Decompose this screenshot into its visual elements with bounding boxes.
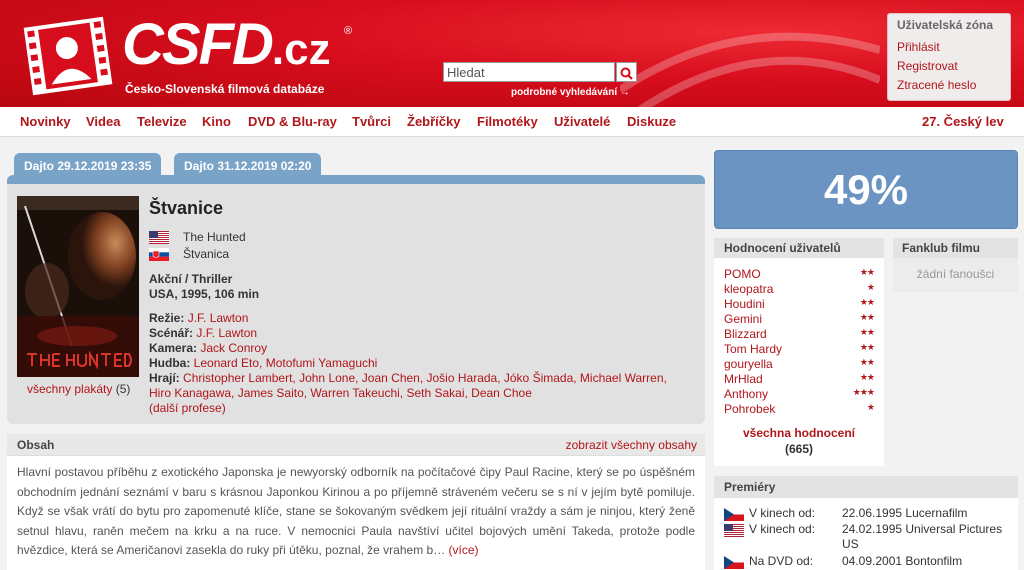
plot-title: Obsah bbox=[17, 438, 55, 452]
rating-row: Houdini ★★ bbox=[724, 297, 875, 312]
advanced-search-link[interactable]: podrobné vyhledávání → bbox=[511, 87, 630, 98]
nav-item-dvd[interactable]: DVD & Blu-ray bbox=[248, 114, 337, 129]
premieres-title: Premiéry bbox=[714, 476, 1018, 498]
more-professions-link[interactable]: (další profese) bbox=[149, 401, 226, 415]
nav-item-videa[interactable]: Videa bbox=[86, 114, 120, 129]
rating-user[interactable]: POMO bbox=[724, 267, 761, 281]
film-frame-logo-icon bbox=[23, 16, 113, 96]
lost-password-link[interactable]: Ztracené heslo bbox=[897, 76, 1001, 95]
all-posters-link[interactable]: všechny plakáty bbox=[27, 382, 112, 396]
tagline: Česko-Slovenská filmová databáze bbox=[125, 82, 325, 96]
rating-row: Gemini ★★ bbox=[724, 312, 875, 327]
film-name-slovak: Štvanica bbox=[183, 247, 230, 261]
plot-text: Hlavní postavou příběhu z exotického Jap… bbox=[7, 456, 705, 570]
user-ratings-list: POMO ★★ kleopatra ★ Houdini ★★ Gemini ★★ Bli… bbox=[714, 258, 884, 466]
writer-row: Scénář: J.F. Lawton bbox=[149, 326, 258, 340]
rating-stars: ★★ bbox=[859, 372, 875, 382]
film-name-original: The Hunted bbox=[183, 230, 246, 244]
register-link[interactable]: Registrovat bbox=[897, 57, 1001, 76]
nav-item-tvurci[interactable]: Tvůrci bbox=[352, 114, 391, 129]
site-header: CSFD.cz ® Česko-Slovenská filmová databá… bbox=[0, 0, 1024, 107]
us-flag-icon bbox=[149, 231, 169, 244]
film-info-box: všechny plakáty (5) Štvanice The Hunted … bbox=[7, 184, 705, 424]
search-icon bbox=[620, 67, 633, 80]
director-link[interactable]: J.F. Lawton bbox=[188, 311, 249, 325]
film-poster[interactable] bbox=[17, 196, 139, 377]
nav-item-kino[interactable]: Kino bbox=[202, 114, 231, 129]
all-ratings-link[interactable]: všechna hodnocení bbox=[714, 426, 884, 440]
plot-header: Obsah zobrazit všechny obsahy bbox=[7, 434, 705, 456]
music-row: Hudba: Leonard Eto, Motofumi Yamaguchi bbox=[149, 356, 378, 370]
camera-row: Kamera: Jack Conroy bbox=[149, 341, 268, 355]
nav-item-zebricky[interactable]: Žebříčky bbox=[407, 114, 460, 129]
ratings-count: (665) bbox=[784, 442, 813, 456]
rating-user[interactable]: gouryella bbox=[724, 357, 773, 371]
show-all-plots-link[interactable]: zobrazit všechny obsahy bbox=[566, 438, 697, 452]
rating-stars: ★★ bbox=[859, 267, 875, 277]
music-link[interactable]: Leonard Eto, Motofumi Yamaguchi bbox=[194, 356, 378, 370]
rating-stars: ★★ bbox=[859, 342, 875, 352]
cz-flag-icon bbox=[724, 508, 744, 521]
rating-user[interactable]: kleopatra bbox=[724, 282, 773, 296]
rating-user[interactable]: Anthony bbox=[724, 387, 768, 401]
film-origin: USA, 1995, 106 min bbox=[149, 287, 260, 301]
rating-row: Tom Hardy ★★ bbox=[724, 342, 875, 357]
cast-row: Hrají: Christopher Lambert, John Lone, J… bbox=[149, 371, 667, 400]
logo-text: CSFD.cz bbox=[122, 12, 331, 77]
film-genre: Akční / Thriller bbox=[149, 272, 233, 286]
writer-link[interactable]: J.F. Lawton bbox=[196, 326, 257, 340]
rating-stars: ★ bbox=[866, 402, 875, 412]
camera-link[interactable]: Jack Conroy bbox=[200, 341, 267, 355]
nav-item-novinky[interactable]: Novinky bbox=[20, 114, 71, 129]
rating-row: Blizzard ★★ bbox=[724, 327, 875, 342]
nav-item-uzivatele[interactable]: Uživatelé bbox=[554, 114, 610, 129]
search-input[interactable] bbox=[443, 62, 615, 82]
registered-mark: ® bbox=[344, 25, 353, 37]
nav-item-televize[interactable]: Televize bbox=[137, 114, 187, 129]
rating-user[interactable]: MrHlad bbox=[724, 372, 763, 386]
posters-count: (5) bbox=[115, 382, 131, 396]
login-link[interactable]: Přihlásit bbox=[897, 38, 1001, 57]
film-title: Štvanice bbox=[149, 198, 224, 218]
poster-image bbox=[17, 196, 139, 377]
fanclub-empty: žádní fanoušci bbox=[893, 258, 1018, 292]
cast-links[interactable]: Christopher Lambert, John Lone, Joan Che… bbox=[149, 371, 667, 400]
search-button[interactable] bbox=[616, 62, 637, 82]
fanclub-title: Fanklub filmu bbox=[893, 238, 1018, 258]
rating-user[interactable]: Tom Hardy bbox=[724, 342, 782, 356]
posters-caption: všechny plakáty (5) bbox=[27, 382, 130, 396]
sk-flag-icon bbox=[149, 248, 169, 261]
nav-item-diskuze[interactable]: Diskuze bbox=[627, 114, 676, 129]
rating-stars: ★★ bbox=[859, 297, 875, 307]
plot-more-link[interactable]: (více) bbox=[449, 543, 479, 557]
rating-row: MrHlad ★★ bbox=[724, 372, 875, 387]
premieres-list: V kinech od: 22.06.1995 Lucernafilm V ki… bbox=[714, 498, 1018, 570]
film-creators: Režie: J.F. Lawton Scénář: J.F. Lawton K… bbox=[149, 311, 689, 416]
user-zone-title: Uživatelská zóna bbox=[897, 18, 994, 32]
rating-user[interactable]: Pohrobek bbox=[724, 402, 775, 416]
cz-flag-icon bbox=[724, 556, 744, 569]
rating-row: gouryella ★★ bbox=[724, 357, 875, 372]
nav-item-cesky-lev[interactable]: 27. Český lev bbox=[922, 114, 1004, 129]
rating-stars: ★★★ bbox=[852, 387, 875, 397]
film-strip-decoration bbox=[620, 32, 880, 107]
main-nav: Novinky Videa Televize Kino DVD & Blu-ra… bbox=[0, 107, 1024, 137]
rating-stars: ★★ bbox=[859, 327, 875, 337]
rating-stars: ★★ bbox=[859, 312, 875, 322]
director-row: Režie: J.F. Lawton bbox=[149, 311, 249, 325]
rating-row: kleopatra ★ bbox=[724, 282, 875, 297]
user-ratings-title: Hodnocení uživatelů bbox=[714, 238, 884, 258]
rating-percent: 49% bbox=[714, 150, 1018, 229]
rating-user[interactable]: Houdini bbox=[724, 297, 765, 311]
rating-user[interactable]: Blizzard bbox=[724, 327, 767, 341]
user-zone-box: Uživatelská zóna Přihlásit Registrovat Z… bbox=[887, 13, 1011, 101]
rating-stars: ★★ bbox=[859, 357, 875, 367]
rating-stars: ★ bbox=[866, 282, 875, 292]
rating-row: POMO ★★ bbox=[724, 267, 875, 282]
nav-item-filmoteky[interactable]: Filmotéky bbox=[477, 114, 538, 129]
rating-row: Anthony ★★★ bbox=[724, 387, 875, 402]
us-flag-icon bbox=[724, 524, 744, 537]
rating-user[interactable]: Gemini bbox=[724, 312, 762, 326]
rating-row: Pohrobek ★ bbox=[724, 402, 875, 417]
